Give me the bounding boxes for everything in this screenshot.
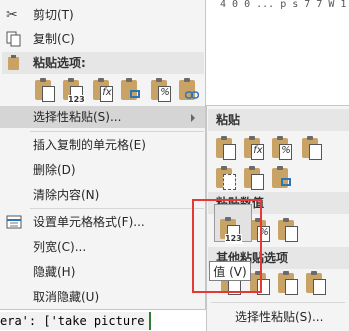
badge-label: 123 [68, 95, 85, 104]
sheet-glyph [42, 86, 55, 102]
sheet-glyph [285, 226, 298, 242]
sheet-glyph [223, 174, 236, 190]
menu-item-copy[interactable]: 复制(C) [0, 28, 205, 50]
menu-separator [30, 208, 204, 209]
annotation-red-box [192, 199, 262, 293]
paste-formulas-button[interactable]: fx [241, 136, 267, 164]
format-cells-icon [6, 214, 22, 230]
link-icon [185, 91, 199, 99]
menu-item-label: 选择性粘贴(S)... [235, 310, 324, 324]
paste-picture-button[interactable] [275, 271, 301, 299]
badge-label: % [281, 145, 291, 156]
menu-item-column-width[interactable]: 列宽(C)... [0, 236, 205, 258]
paste-no-borders-button[interactable] [213, 166, 239, 194]
copy-icon [6, 31, 22, 47]
menu-item-label: 选择性粘贴(S)... [33, 110, 122, 124]
paste-formulas-button[interactable]: fx [90, 78, 116, 106]
paste-formulas-number-format-button[interactable]: % [269, 136, 295, 164]
menu-separator [30, 131, 204, 132]
clipboard-icon [6, 55, 22, 71]
paste-transpose-button[interactable] [118, 78, 144, 106]
sheet-glyph [223, 144, 236, 160]
sheet-glyph [313, 279, 326, 295]
paste-button[interactable] [32, 78, 58, 106]
menu-item-delete[interactable]: 删除(D) [0, 159, 205, 181]
sheet-glyph [251, 174, 264, 190]
menu-item-label: 清除内容(N) [33, 188, 100, 202]
paste-options-label: 粘贴选项: [33, 56, 86, 70]
badge-label: fx [253, 145, 263, 156]
paste-all-button[interactable] [213, 136, 239, 164]
menu-item-label: 插入复制的单元格(E) [33, 138, 146, 152]
menu-item-clear[interactable]: 清除内容(N) [0, 184, 205, 206]
menu-item-cut[interactable]: ✂ 剪切(T) [0, 4, 205, 26]
menu-item-label: 删除(D) [33, 163, 76, 177]
transpose-icon [130, 90, 140, 98]
cell-text-top: 4 0 0 ... p s 7 7 W 1 E [220, 0, 349, 9]
menu-item-label: 剪切(T) [33, 8, 74, 22]
paste-values-button[interactable]: 123 [60, 78, 86, 106]
menu-item-label: 隐藏(H) [33, 265, 76, 279]
paste-transpose-button[interactable] [269, 166, 295, 194]
menu-item-label: 复制(C) [33, 32, 75, 46]
menu-item-label: 列宽(C)... [33, 240, 87, 254]
paste-header-label: 粘贴 [216, 113, 241, 127]
menu-item-insert-copied[interactable]: 插入复制的单元格(E) [0, 134, 205, 156]
paste-linked-picture-button[interactable] [303, 271, 329, 299]
menu-item-paste-special-dialog[interactable]: 选择性粘贴(S)... [207, 306, 348, 328]
paste-link-button[interactable] [176, 78, 202, 106]
menu-item-unhide[interactable]: 取消隐藏(U) [0, 286, 205, 308]
paste-options-header: 粘贴选项: [2, 52, 204, 74]
sheet-glyph [309, 144, 322, 160]
menu-item-label: 设置单元格格式(F)... [33, 215, 145, 229]
transpose-icon [281, 178, 291, 186]
menu-item-paste-special[interactable]: 选择性粘贴(S)... [0, 106, 205, 128]
paste-formatting-button[interactable]: % [148, 78, 174, 106]
paste-keep-column-width-button[interactable] [241, 166, 267, 194]
menu-item-format-cells[interactable]: 设置单元格格式(F)... [0, 211, 205, 233]
scissors-icon: ✂ [6, 7, 18, 23]
badge-label: % [160, 87, 170, 98]
cell-text-bottom: era': ['take picture [0, 312, 151, 330]
menu-separator [211, 302, 345, 303]
badge-label: fx [102, 87, 112, 98]
menu-item-label: 取消隐藏(U) [33, 290, 100, 304]
paste-keep-source-format-button[interactable] [299, 136, 325, 164]
paste-values-source-format-button[interactable] [275, 218, 301, 246]
sheet-glyph [285, 279, 298, 295]
chevron-right-icon [191, 114, 195, 122]
context-menu: ✂ 剪切(T) 复制(C) 粘贴选项: 123 fx % 选择性粘贴(S)... [0, 0, 206, 310]
paste-header: 粘贴 [208, 109, 349, 131]
menu-item-hide[interactable]: 隐藏(H) [0, 261, 205, 283]
